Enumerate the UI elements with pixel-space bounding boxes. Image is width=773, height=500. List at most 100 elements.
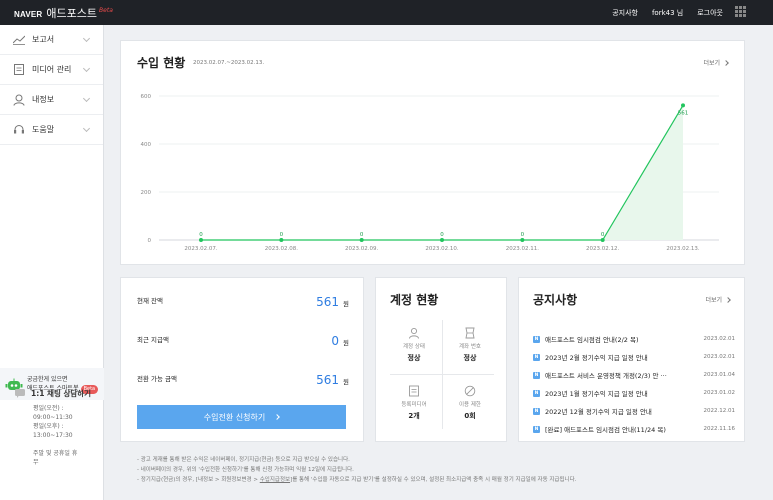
sidebar-item-myinfo[interactable]: 내정보 (0, 85, 103, 115)
chat-bubble-icon (15, 389, 25, 398)
data-label: 0 (440, 232, 444, 238)
notice-more-link[interactable]: 더보기 (705, 295, 731, 304)
data-label: 0 (601, 232, 605, 238)
y-tick-label: 600 (141, 94, 152, 100)
balance-unit: 원 (343, 377, 349, 386)
sidebar-item-label: 미디어 관리 (32, 65, 72, 74)
notice-item-title: 2023년 1월 정기수익 지급 일정 안내 (545, 390, 648, 398)
top-nav: 공지사항 fork43 님 로그아웃 (612, 0, 723, 25)
account-value: 정상 (463, 354, 477, 362)
chevron-down-icon (82, 34, 91, 43)
notice-item-date: 2023.01.02 (703, 390, 736, 396)
notice-item-date: 2022.12.01 (703, 408, 736, 414)
chart-line-icon (13, 34, 25, 46)
notice-item-date: 2023.02.01 (703, 336, 736, 342)
account-label: 계좌 번호 (459, 344, 481, 350)
x-tick-label: 2023.02.11. (506, 246, 539, 252)
consult-line: 무 (33, 459, 39, 466)
balance-unit: 원 (343, 338, 349, 347)
balance-row-convertible: 전환 가능 금액 561 원 (137, 368, 349, 388)
data-label: 0 (280, 232, 284, 238)
balance-label: 최근 지급액 (137, 336, 169, 344)
notice-item[interactable]: N 2022년 12월 정기수익 지급 일정 안내 2022.12.01 (533, 402, 735, 420)
nav-user[interactable]: fork43 님 (652, 8, 683, 18)
notice-item-title: [완료] 애드포스트 임시점검 안내(11/24 목) (545, 426, 666, 434)
more-label: 더보기 (705, 297, 722, 304)
account-restriction: 이용 제한 0회 (442, 374, 498, 432)
y-tick-label: 200 (141, 190, 152, 196)
document-icon (13, 64, 25, 76)
notice-item[interactable]: N 애드포스트 임시점검 안내(2/2 목) 2023.02.01 (533, 330, 735, 348)
data-label: 561 (678, 110, 689, 116)
account-label: 등록미디어 (401, 402, 427, 408)
notice-item-title: 2022년 12월 정기수익 지급 일정 안내 (545, 408, 652, 416)
chat-consult-link[interactable]: 1:1 채팅 상담하기 (15, 388, 91, 399)
account-title: 계정 현황 (390, 293, 439, 307)
footnote-line: - 정기지급(현금)의 경우, [내정보 > 회원정보변경 > 수입지급정보]를… (137, 477, 577, 483)
user-icon (13, 94, 25, 106)
notice-item[interactable]: N 2023년 1월 정기수익 지급 일정 안내 2023.01.02 (533, 384, 735, 402)
chevron-down-icon (82, 124, 91, 133)
x-tick-label: 2023.02.09. (345, 246, 378, 252)
x-tick-label: 2023.02.13. (666, 246, 699, 252)
balance-label: 전환 가능 금액 (137, 375, 178, 383)
top-bar: NAVER 애드포스트 Beta 공지사항 fork43 님 로그아웃 (0, 0, 773, 25)
notice-n-icon: N (533, 353, 540, 361)
x-tick-label: 2023.02.08. (265, 246, 298, 252)
logo-brand: 애드포스트 (46, 7, 98, 20)
chevron-down-icon (82, 64, 91, 73)
sidebar-item-report[interactable]: 보고서 (0, 25, 103, 55)
sidebar: 보고서 미디어 관리 내정보 도움말 궁금한게 있으면 애드포스트 스마트봇 Be… (0, 25, 104, 500)
payout-info-link[interactable]: 수입지급정보 (260, 477, 290, 483)
nav-logout-link[interactable]: 로그아웃 (697, 8, 723, 18)
account-status: 계정 상태 정상 (386, 316, 442, 374)
notice-item-title: 2023년 2월 정기수익 지급 일정 안내 (545, 354, 648, 362)
account-value: 2개 (408, 412, 420, 420)
data-point (279, 238, 284, 242)
chat-consult: 1:1 채팅 상담하기 평일(오전) : 09:00~11:30 평일(오후) … (15, 388, 91, 467)
account-grid: 계정 상태 정상 계좌 번호 정상 등록미디어 2개 이용 제한 0회 (386, 316, 498, 433)
notice-n-icon: N (533, 407, 540, 415)
x-tick-label: 2023.02.07. (184, 246, 217, 252)
chevron-down-icon (82, 94, 91, 103)
consult-line: 13:00~17:30 (33, 432, 73, 439)
data-label: 0 (521, 232, 525, 238)
person-icon (408, 324, 420, 339)
notice-item[interactable]: N 애드포스트 서비스 운영정책 개정(2/3) 안 ··· 2023.01.0… (533, 366, 735, 384)
logo[interactable]: NAVER 애드포스트 Beta (14, 5, 113, 21)
notice-item-title: 애드포스트 서비스 운영정책 개정(2/3) 안 ··· (545, 372, 667, 380)
balance-row-current: 현재 잔액 561 원 (137, 290, 349, 310)
sidebar-item-media[interactable]: 미디어 관리 (0, 55, 103, 85)
nav-notice-link[interactable]: 공지사항 (612, 8, 638, 18)
account-label: 계정 상태 (403, 344, 425, 350)
data-point (520, 238, 525, 242)
consult-line (33, 440, 91, 449)
notice-item[interactable]: N [완료] 애드포스트 임시점검 안내(11/24 목) 2022.11.16 (533, 420, 735, 438)
block-icon (464, 382, 476, 397)
notice-list: N 애드포스트 임시점검 안내(2/2 목) 2023.02.01 N 2023… (533, 330, 735, 438)
balance-unit: 원 (343, 299, 349, 308)
apps-grid-icon[interactable] (735, 6, 746, 17)
notice-item[interactable]: N 2023년 2월 정기수익 지급 일정 안내 2023.02.01 (533, 348, 735, 366)
account-value: 정상 (407, 354, 421, 362)
account-bank: 계좌 번호 정상 (442, 316, 498, 374)
income-panel: 수입 현황 2023.02.07.~2023.02.13. 더보기 0 200 40… (120, 40, 745, 265)
balance-row-recent: 최근 지급액 0원 (137, 329, 349, 349)
notice-item-date: 2023.01.04 (703, 372, 736, 378)
notice-title: 공지사항 (533, 293, 578, 307)
notice-n-icon: N (533, 335, 540, 343)
income-chart-svg: 0 200 400 600 0 2023.02.07. 0 2023.02.08. 0 2023.… (141, 94, 719, 252)
footnote-line: - 네이버페이의 경우, 위의 '수입전환 신청하기'를 통해 신청 가능하며 … (137, 467, 354, 473)
balance-value: 561 (316, 294, 340, 309)
notice-item-title: 애드포스트 임시점검 안내(2/2 목) (545, 336, 639, 344)
apply-conversion-button[interactable]: 수입전환 신청하기 (137, 405, 346, 429)
balance-value: 561 (316, 372, 340, 387)
account-media: 등록미디어 2개 (386, 374, 442, 432)
y-tick-label: 400 (141, 142, 152, 148)
apply-conversion-label: 수입전환 신청하기 (203, 412, 266, 422)
logo-naver: NAVER (14, 10, 43, 19)
sidebar-item-help[interactable]: 도움말 (0, 115, 103, 145)
data-point (600, 238, 605, 242)
data-point (359, 238, 364, 242)
sidebar-item-label: 내정보 (32, 95, 55, 104)
